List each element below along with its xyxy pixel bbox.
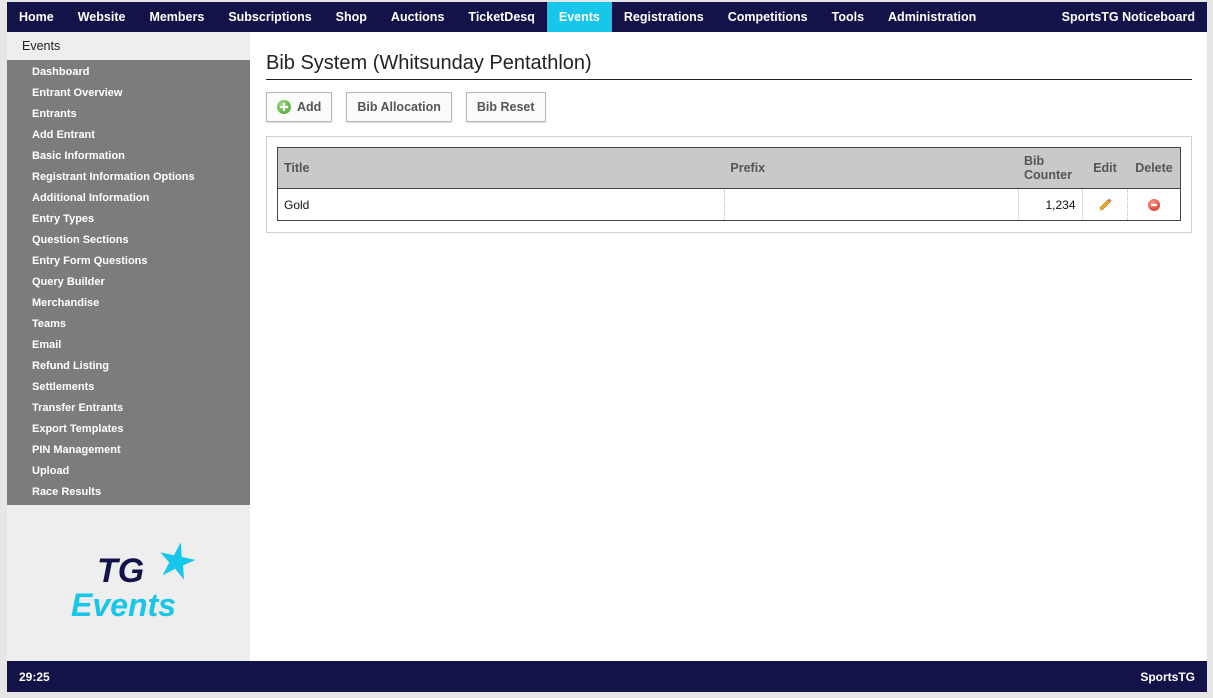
sidebar-item-query-builder[interactable]: Query Builder bbox=[7, 272, 250, 293]
add-button[interactable]: Add bbox=[266, 92, 333, 122]
header-delete: Delete bbox=[1127, 147, 1181, 189]
bib-reset-button[interactable]: Bib Reset bbox=[465, 92, 546, 122]
sidebar-item-registrant-information-options[interactable]: Registrant Information Options bbox=[7, 167, 250, 188]
sidebar-item-email[interactable]: Email bbox=[7, 335, 250, 356]
nav-registrations[interactable]: Registrations bbox=[612, 2, 716, 32]
sidebar-item-add-entrant[interactable]: Add Entrant bbox=[7, 125, 250, 146]
nav-auctions[interactable]: Auctions bbox=[379, 2, 456, 32]
nav-noticeboard[interactable]: SportsTG Noticeboard bbox=[1050, 2, 1207, 32]
cell-delete bbox=[1128, 189, 1181, 221]
add-button-label: Add bbox=[297, 100, 322, 114]
main-content: Bib System (Whitsunday Pentathlon) Add B… bbox=[266, 32, 1192, 233]
action-toolbar: Add Bib Allocation Bib Reset bbox=[266, 92, 1192, 122]
star-icon bbox=[160, 542, 196, 580]
sidebar-item-refund-listing[interactable]: Refund Listing bbox=[7, 356, 250, 377]
header-title: Title bbox=[277, 147, 725, 189]
nav-shop[interactable]: Shop bbox=[324, 2, 379, 32]
cell-prefix bbox=[724, 188, 1019, 221]
footer-bar: 29:25 SportsTG bbox=[7, 661, 1207, 692]
sidebar-item-additional-information[interactable]: Additional Information bbox=[7, 188, 250, 209]
plus-circle-icon bbox=[277, 100, 291, 114]
sidebar-menu: Dashboard Entrant Overview Entrants Add … bbox=[7, 60, 250, 505]
bib-table: Title Prefix Bib Counter Edit Delete Gol… bbox=[277, 147, 1181, 221]
top-navigation: Home Website Members Subscriptions Shop … bbox=[7, 2, 1207, 32]
sidebar-item-entrant-overview[interactable]: Entrant Overview bbox=[7, 83, 250, 104]
sidebar-item-export-templates[interactable]: Export Templates bbox=[7, 419, 250, 440]
bib-allocation-button[interactable]: Bib Allocation bbox=[346, 92, 452, 122]
header-bib-counter-line2: Counter bbox=[1024, 168, 1072, 182]
footer-timer: 29:25 bbox=[19, 669, 50, 684]
page-title: Bib System (Whitsunday Pentathlon) bbox=[266, 52, 592, 74]
header-edit: Edit bbox=[1082, 147, 1128, 189]
nav-members[interactable]: Members bbox=[137, 2, 216, 32]
nav-tools[interactable]: Tools bbox=[820, 2, 876, 32]
app-frame: Home Website Members Subscriptions Shop … bbox=[7, 2, 1207, 692]
cell-bib-counter: 1,234 bbox=[1018, 188, 1083, 221]
logo-text-tg: TG bbox=[97, 552, 144, 590]
nav-events[interactable]: Events bbox=[546, 2, 612, 32]
nav-subscriptions[interactable]: Subscriptions bbox=[216, 2, 323, 32]
pencil-icon[interactable] bbox=[1097, 197, 1113, 213]
sidebar-item-transfer-entrants[interactable]: Transfer Entrants bbox=[7, 398, 250, 419]
sidebar-item-entrants[interactable]: Entrants bbox=[7, 104, 250, 125]
sidebar-item-entry-types[interactable]: Entry Types bbox=[7, 209, 250, 230]
sidebar-item-upload[interactable]: Upload bbox=[7, 461, 250, 482]
logo-text-events: Events bbox=[71, 587, 176, 622]
table-header-row: Title Prefix Bib Counter Edit Delete bbox=[277, 147, 1181, 189]
sidebar-title: Events bbox=[22, 39, 61, 53]
cell-edit bbox=[1082, 188, 1129, 221]
footer-brand: SportsTG bbox=[1140, 669, 1195, 684]
nav-ticketdesq[interactable]: TicketDesq bbox=[456, 2, 546, 32]
sidebar-item-merchandise[interactable]: Merchandise bbox=[7, 293, 250, 314]
header-prefix: Prefix bbox=[724, 147, 1019, 189]
table-row: Gold 1,234 bbox=[277, 188, 1181, 221]
tg-events-logo: TG Events bbox=[71, 542, 196, 622]
sidebar-item-dashboard[interactable]: Dashboard bbox=[7, 62, 250, 83]
sidebar-item-pin-management[interactable]: PIN Management bbox=[7, 440, 250, 461]
sidebar: Events Dashboard Entrant Overview Entran… bbox=[7, 32, 250, 661]
nav-administration[interactable]: Administration bbox=[876, 2, 988, 32]
delete-icon[interactable] bbox=[1148, 199, 1161, 212]
sidebar-item-entry-form-questions[interactable]: Entry Form Questions bbox=[7, 251, 250, 272]
sidebar-item-settlements[interactable]: Settlements bbox=[7, 377, 250, 398]
header-bib-counter: Bib Counter bbox=[1018, 147, 1082, 189]
nav-website[interactable]: Website bbox=[66, 2, 138, 32]
sidebar-item-question-sections[interactable]: Question Sections bbox=[7, 230, 250, 251]
cell-title: Gold bbox=[277, 188, 725, 221]
sidebar-item-race-results[interactable]: Race Results bbox=[7, 482, 250, 503]
sidebar-item-teams[interactable]: Teams bbox=[7, 314, 250, 335]
sidebar-item-basic-information[interactable]: Basic Information bbox=[7, 146, 250, 167]
header-bib-counter-line1: Bib bbox=[1024, 154, 1045, 168]
bib-table-panel: Title Prefix Bib Counter Edit Delete Gol… bbox=[266, 136, 1192, 233]
nav-home[interactable]: Home bbox=[7, 2, 66, 32]
nav-competitions[interactable]: Competitions bbox=[716, 2, 820, 32]
title-divider bbox=[266, 79, 1192, 80]
